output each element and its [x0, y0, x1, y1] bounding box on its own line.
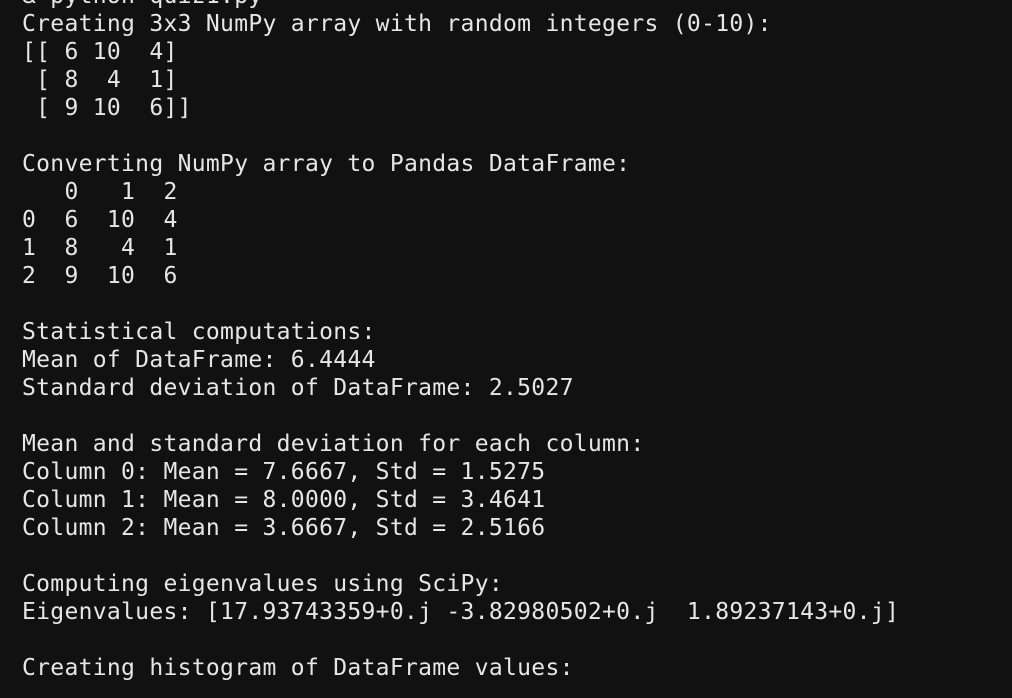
output-line: Eigenvalues: [17.93743359+0.j -3.8298050… [22, 599, 900, 625]
output-line: Column 2: Mean = 3.6667, Std = 2.5166 [22, 515, 546, 541]
array-row: [[ 6 10 4] [22, 39, 178, 65]
terminal-output: & python quiz1.py Creating 3x3 NumPy arr… [22, 0, 899, 682]
dataframe-row: 1 8 4 1 [22, 235, 178, 261]
output-line: Column 1: Mean = 8.0000, Std = 3.4641 [22, 487, 546, 513]
dataframe-row: 2 9 10 6 [22, 263, 178, 289]
array-row: [ 8 4 1] [22, 67, 178, 93]
array-row: [ 9 10 6]] [22, 95, 192, 121]
output-line: Statistical computations: [22, 319, 376, 345]
output-line: Converting NumPy array to Pandas DataFra… [22, 151, 631, 177]
dataframe-header: 0 1 2 [22, 179, 178, 205]
output-line: Creating histogram of DataFrame values: [22, 655, 574, 681]
output-line: Creating 3x3 NumPy array with random int… [22, 11, 772, 37]
output-line: Mean and standard deviation for each col… [22, 431, 645, 457]
output-line: Standard deviation of DataFrame: 2.5027 [22, 375, 574, 401]
output-line: Computing eigenvalues using SciPy: [22, 571, 504, 597]
terminal-window[interactable]: & python quiz1.py Creating 3x3 NumPy arr… [0, 0, 1012, 698]
command-line: & python quiz1.py [22, 0, 899, 10]
output-line: Mean of DataFrame: 6.4444 [22, 347, 376, 373]
output-line: Column 0: Mean = 7.6667, Std = 1.5275 [22, 459, 546, 485]
dataframe-row: 0 6 10 4 [22, 207, 178, 233]
